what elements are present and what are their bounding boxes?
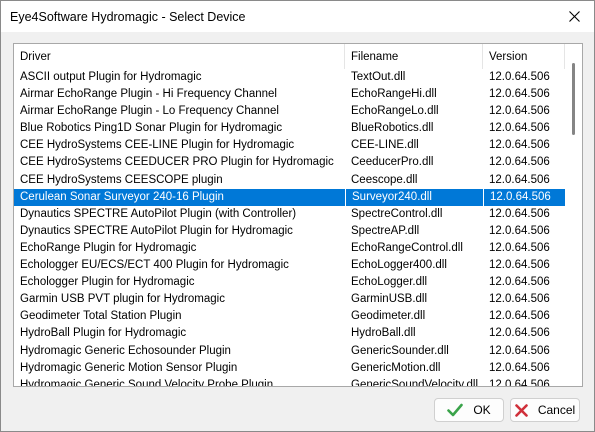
cell-version: 12.0.64.506 — [489, 310, 550, 323]
table-row[interactable]: Garmin USB PVT plugin for Hydromagic Garm… — [14, 291, 565, 308]
cell-filename: EchoLogger.dll — [351, 276, 428, 289]
cell-version: 12.0.64.506 — [489, 207, 550, 220]
table-row[interactable]: Blue Robotics Ping1D Sonar Plugin for Hy… — [14, 120, 565, 137]
cell-filename: GenericMotion.dll — [351, 361, 441, 374]
cell-version: 12.0.64.506 — [489, 173, 550, 186]
cell-driver: Hydromagic Generic Echosounder Plugin — [20, 344, 231, 357]
title-bar[interactable]: Eye4Software Hydromagic - Select Device — [1, 1, 594, 32]
ok-button[interactable]: OK — [434, 398, 504, 422]
cell-version: 12.0.64.506 — [489, 88, 550, 101]
cell-driver: ASCII output Plugin for Hydromagic — [20, 71, 202, 83]
column-header-driver[interactable]: Driver — [14, 44, 345, 69]
cell-filename: EchoRangeHi.dll — [351, 88, 437, 101]
cell-filename: EchoRangeLo.dll — [351, 105, 439, 118]
cancel-button-label: Cancel — [537, 403, 576, 417]
cancel-button[interactable]: Cancel — [510, 398, 580, 422]
cell-filename: Ceescope.dll — [351, 173, 418, 186]
cell-filename: GarminUSB.dll — [351, 293, 428, 306]
cell-version: 12.0.64.506 — [489, 156, 550, 169]
cell-version: 12.0.64.506 — [489, 71, 550, 83]
cell-version: 12.0.64.506 — [489, 378, 550, 387]
table-row[interactable]: Hydromagic Generic Motion Sensor Plugin G… — [14, 360, 565, 377]
cell-filename: BlueRobotics.dll — [351, 122, 434, 135]
list-rows: ASCII output Plugin for Hydromagic TextOu… — [14, 69, 565, 387]
table-row[interactable]: CEE HydroSystems CEEDUCER PRO Plugin for… — [14, 154, 565, 171]
cell-filename: GenericSounder.dll — [351, 344, 449, 357]
cell-driver: CEE HydroSystems CEESCOPE plugin — [20, 173, 223, 186]
cell-driver: Hydromagic Generic Sound Velocity Probe … — [20, 378, 274, 387]
cell-filename: GenericSoundVelocity.dll — [351, 378, 478, 387]
cell-version: 12.0.64.506 — [489, 327, 550, 340]
table-row[interactable]: Cerulean Sonar Surveyor 240-16 Plugin Sur… — [14, 188, 565, 206]
cell-version: 12.0.64.506 — [489, 139, 550, 152]
cell-driver: CEE HydroSystems CEE-LINE Plugin for Hyd… — [20, 139, 295, 152]
cell-driver: Echologger EU/ECS/ECT 400 Plugin for Hyd… — [20, 259, 289, 272]
checkmark-icon — [447, 403, 464, 417]
close-icon — [568, 11, 580, 22]
cell-driver: Hydromagic Generic Motion Sensor Plugin — [20, 361, 238, 374]
cell-version: 12.0.64.506 — [489, 361, 550, 374]
cell-driver: Dynautics SPECTRE AutoPilot Plugin (with… — [20, 207, 297, 220]
device-list[interactable]: Driver Filename Version ASCII output Plu… — [13, 43, 583, 387]
cell-version: 12.0.64.506 — [489, 344, 550, 357]
cell-driver: Geodimeter Total Station Plugin — [20, 310, 182, 323]
cell-filename: EchoRangeControl.dll — [351, 241, 463, 254]
close-button[interactable] — [554, 1, 594, 32]
table-row[interactable]: Echologger Plugin for Hydromagic EchoLogg… — [14, 274, 565, 291]
cell-filename: CeeducerPro.dll — [351, 156, 434, 169]
table-row[interactable]: Dynautics SPECTRE AutoPilot Plugin (with… — [14, 206, 565, 223]
cell-version: 12.0.64.506 — [489, 241, 550, 254]
cell-driver: Garmin USB PVT plugin for Hydromagic — [20, 293, 225, 306]
cell-filename: Surveyor240.dll — [345, 188, 483, 206]
cell-driver: CEE HydroSystems CEEDUCER PRO Plugin for… — [20, 156, 334, 169]
table-row[interactable]: EchoRange Plugin for Hydromagic EchoRange… — [14, 240, 565, 257]
table-row[interactable]: Dynautics SPECTRE AutoPilot Plugin for H… — [14, 223, 565, 240]
table-row[interactable]: Airmar EchoRange Plugin - Hi Frequency C… — [14, 86, 565, 103]
cell-filename: EchoLogger400.dll — [351, 259, 447, 272]
cell-filename: TextOut.dll — [351, 71, 406, 83]
cell-driver: Airmar EchoRange Plugin - Lo Frequency C… — [20, 105, 279, 118]
cell-driver: EchoRange Plugin for Hydromagic — [20, 241, 197, 254]
cell-driver: Blue Robotics Ping1D Sonar Plugin for Hy… — [20, 122, 283, 135]
cell-filename: SpectreAP.dll — [351, 224, 420, 237]
cell-driver: Dynautics SPECTRE AutoPilot Plugin for H… — [20, 224, 293, 237]
table-row[interactable]: ASCII output Plugin for Hydromagic TextOu… — [14, 69, 565, 86]
cell-driver: Airmar EchoRange Plugin - Hi Frequency C… — [20, 88, 277, 101]
cell-filename: Geodimeter.dll — [351, 310, 426, 323]
window-title: Eye4Software Hydromagic - Select Device — [10, 10, 246, 24]
cell-version: 12.0.64.506 — [489, 224, 550, 237]
select-device-dialog: Eye4Software Hydromagic - Select Device … — [0, 0, 595, 432]
cell-version: 12.0.64.506 — [483, 188, 565, 206]
cross-icon — [515, 403, 528, 417]
table-row[interactable]: CEE HydroSystems CEESCOPE plugin Ceescope… — [14, 172, 565, 189]
scrollbar-thumb[interactable] — [572, 63, 575, 135]
cell-driver: Echologger Plugin for Hydromagic — [20, 276, 195, 289]
ok-button-label: OK — [473, 403, 491, 417]
table-row[interactable]: Hydromagic Generic Sound Velocity Probe … — [14, 377, 565, 387]
cell-driver: HydroBall Plugin for Hydromagic — [20, 327, 187, 340]
cell-version: 12.0.64.506 — [489, 105, 550, 118]
cell-version: 12.0.64.506 — [489, 122, 550, 135]
cell-filename: SpectreControl.dll — [351, 207, 443, 220]
table-row[interactable]: Geodimeter Total Station Plugin Geodimete… — [14, 308, 565, 325]
table-row[interactable]: CEE HydroSystems CEE-LINE Plugin for Hyd… — [14, 137, 565, 154]
vertical-scrollbar[interactable] — [565, 44, 582, 386]
list-header: Driver Filename Version — [14, 44, 582, 69]
column-header-filename[interactable]: Filename — [345, 44, 483, 69]
table-row[interactable]: Echologger EU/ECS/ECT 400 Plugin for Hyd… — [14, 257, 565, 274]
table-row[interactable]: Hydromagic Generic Echosounder Plugin Gen… — [14, 343, 565, 360]
cell-version: 12.0.64.506 — [489, 276, 550, 289]
cell-version: 12.0.64.506 — [489, 293, 550, 306]
column-header-version[interactable]: Version — [483, 44, 565, 69]
cell-driver: Cerulean Sonar Surveyor 240-16 Plugin — [20, 190, 224, 203]
table-row[interactable]: HydroBall Plugin for Hydromagic HydroBall… — [14, 325, 565, 342]
table-row[interactable]: Airmar EchoRange Plugin - Lo Frequency C… — [14, 103, 565, 120]
cell-filename: HydroBall.dll — [351, 327, 416, 340]
cell-filename: CEE-LINE.dll — [351, 139, 419, 152]
cell-version: 12.0.64.506 — [489, 259, 550, 272]
